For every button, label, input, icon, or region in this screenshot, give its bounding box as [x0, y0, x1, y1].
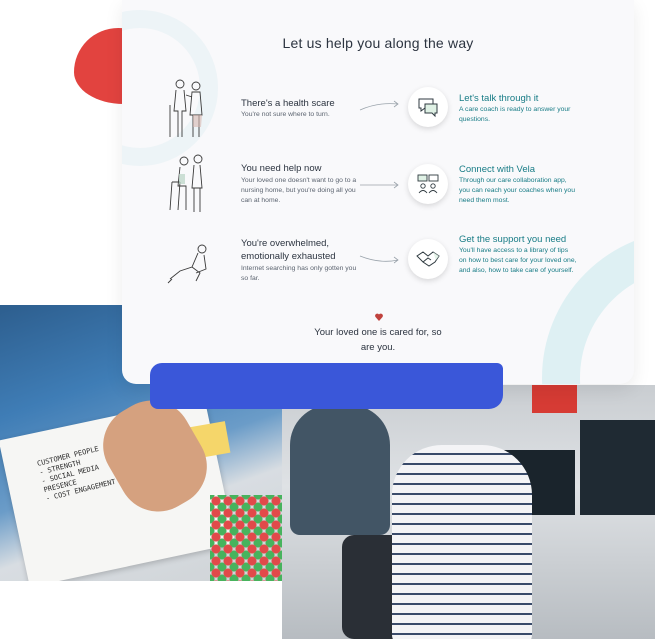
- journey-row: You're overwhelmed, emotionally exhauste…: [122, 228, 634, 308]
- answer-text: Through our care collaboration app, you …: [459, 177, 575, 204]
- chat-bubbles-icon: [408, 87, 448, 127]
- overwhelmed-person-illustration: [167, 244, 207, 284]
- video-call-icon: [408, 164, 448, 204]
- answer-title: Let's talk through it: [459, 93, 539, 104]
- person-seated: [392, 445, 532, 639]
- question-text: You're not sure where to turn.: [241, 111, 330, 118]
- journey-row: There's a health scare You're not sure w…: [122, 70, 634, 150]
- answer-title: Connect with Vela: [459, 164, 536, 175]
- arrow-icon: [359, 255, 399, 264]
- help-card: Let us help you along the way There's a …: [122, 0, 634, 384]
- person-standing: [290, 405, 390, 535]
- card-title: Let us help you along the way: [282, 35, 474, 51]
- arrow-icon: [359, 100, 399, 111]
- monitor-screen: [580, 420, 655, 515]
- decorative-blue-stroke: [150, 363, 503, 409]
- caregiver-with-walker-illustration: [169, 154, 203, 212]
- heart-icon: [375, 313, 383, 321]
- question-text: Your loved one doesn't want to go to a n…: [241, 177, 357, 204]
- arrow-icon: [360, 181, 399, 189]
- office-photo: [282, 385, 655, 639]
- red-wall-panel: [532, 385, 577, 413]
- journey-row: You need help now Your loved one doesn't…: [122, 150, 634, 230]
- answer-text: A care coach is ready to answer your que…: [459, 106, 571, 123]
- question-title: You're overwhelmed, emotionally exhauste…: [241, 238, 336, 262]
- dot-stickers: [210, 495, 282, 581]
- elderly-couple-illustration: [169, 79, 203, 137]
- closing-message: Your loved one is cared for, so are you.: [314, 327, 442, 353]
- question-text: Internet searching has only gotten you s…: [241, 265, 357, 282]
- answer-text: You'll have access to a library of tips …: [459, 247, 577, 274]
- handshake-icon: [408, 239, 448, 279]
- answer-title: Get the support you need: [459, 234, 567, 245]
- question-title: You need help now: [241, 163, 322, 174]
- question-title: There's a health scare: [241, 98, 335, 109]
